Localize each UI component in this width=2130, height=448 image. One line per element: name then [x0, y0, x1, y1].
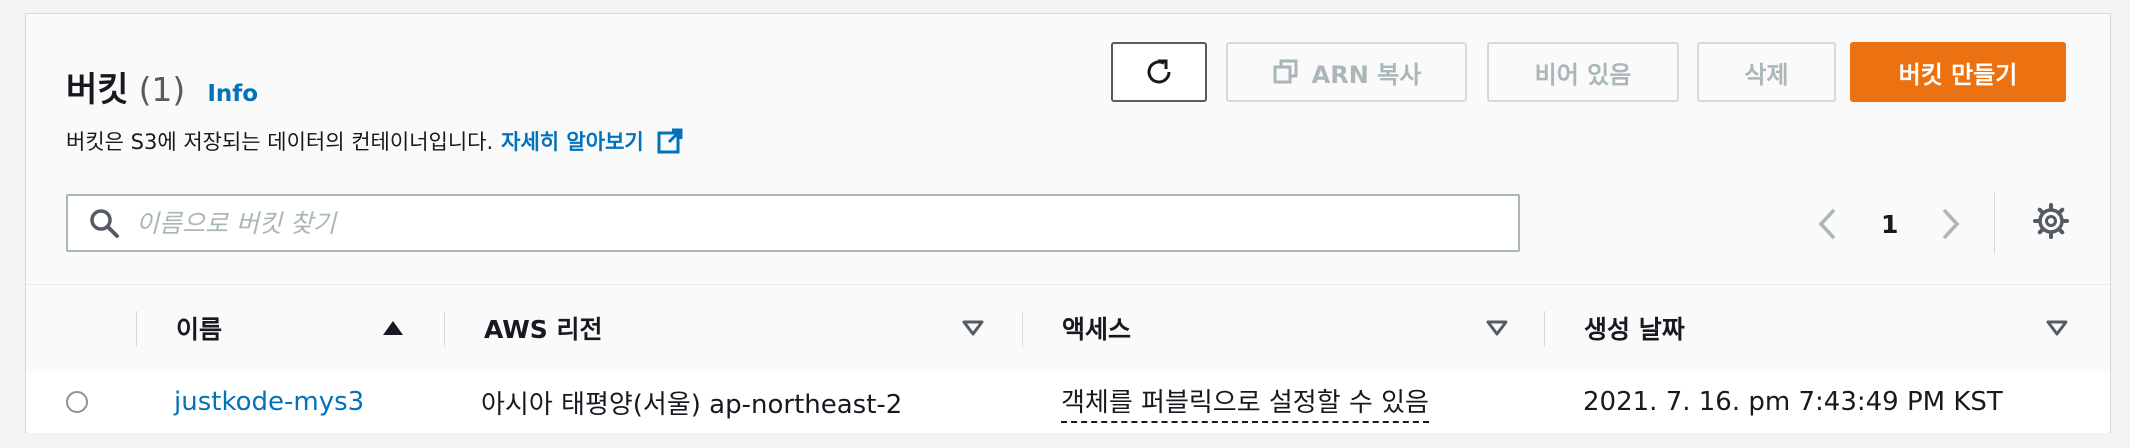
copy-arn-label: ARN 복사 — [1311, 60, 1422, 89]
column-header-name-label: 이름 — [176, 315, 223, 344]
column-separator — [1544, 311, 1545, 347]
sort-caret-down-icon[interactable] — [962, 285, 984, 371]
refresh-icon — [1147, 59, 1171, 84]
title-text: 버킷 — [66, 70, 129, 110]
table-row[interactable]: justkode-mys3 아시아 태평양(서울) ap-northeast-2… — [26, 371, 2110, 433]
copy-arn-button[interactable]: ARN 복사 — [1226, 42, 1467, 102]
bucket-name-cell: justkode-mys3 — [174, 371, 364, 433]
create-bucket-button[interactable]: 버킷 만들기 — [1850, 42, 2066, 102]
info-link[interactable]: Info — [207, 81, 258, 107]
created-date-cell: 2021. 7. 16. pm 7:43:49 PM KST — [1583, 387, 2003, 417]
column-separator — [1022, 311, 1023, 347]
empty-label: 비어 있음 — [1534, 60, 1632, 89]
pager-divider — [1994, 192, 1995, 254]
delete-button[interactable]: 삭제 — [1697, 42, 1836, 102]
copy-icon — [1273, 59, 1298, 84]
previous-page-button[interactable] — [1816, 202, 1840, 246]
column-header-region-label: AWS 리전 — [484, 315, 603, 344]
description-text: 버킷은 S3에 저장되는 데이터의 컨테이너입니다. — [66, 130, 494, 154]
chevron-right-icon — [1942, 208, 1960, 240]
bucket-name-link[interactable]: justkode-mys3 — [174, 387, 364, 417]
next-page-button[interactable] — [1938, 202, 1962, 246]
sort-caret-down-icon[interactable] — [2046, 285, 2068, 371]
delete-label: 삭제 — [1744, 60, 1789, 89]
region-cell: 아시아 태평양(서울) ap-northeast-2 — [481, 389, 903, 420]
buckets-panel: 버킷 (1) Info 버킷은 S3에 저장되는 데이터의 컨테이너입니다. 자… — [25, 13, 2111, 433]
column-header-access-label: 액세스 — [1062, 315, 1132, 344]
table-header: 이름 AWS 리전 액세스 생성 날짜 — [26, 284, 2110, 372]
bucket-count: (1) — [138, 70, 186, 109]
column-header-name[interactable]: 이름 — [176, 285, 222, 371]
access-status[interactable]: 객체를 퍼블릭으로 설정할 수 있음 — [1061, 382, 1429, 423]
description: 버킷은 S3에 저장되는 데이터의 컨테이너입니다. 자세히 알아보기 — [66, 126, 684, 156]
sort-caret-down-icon[interactable] — [1486, 285, 1508, 371]
gear-icon — [2033, 203, 2069, 239]
page-title: 버킷 (1) Info — [66, 62, 258, 111]
search-icon — [90, 209, 119, 238]
refresh-button[interactable] — [1111, 42, 1207, 102]
column-header-region[interactable]: AWS 리전 — [484, 285, 603, 371]
column-separator — [136, 311, 137, 347]
column-header-access[interactable]: 액세스 — [1062, 285, 1131, 371]
learn-more-label: 자세히 알아보기 — [501, 130, 644, 154]
panel-header: 버킷 (1) Info 버킷은 S3에 저장되는 데이터의 컨테이너입니다. 자… — [26, 14, 2110, 284]
column-header-created[interactable]: 생성 날짜 — [1584, 285, 1685, 371]
access-cell: 객체를 퍼블릭으로 설정할 수 있음 — [1061, 371, 1429, 433]
learn-more-link[interactable]: 자세히 알아보기 — [501, 126, 684, 156]
empty-button[interactable]: 비어 있음 — [1487, 42, 1679, 102]
settings-button[interactable] — [2032, 202, 2070, 244]
column-separator — [444, 311, 445, 347]
column-header-created-label: 생성 날짜 — [1584, 315, 1685, 344]
create-bucket-label: 버킷 만들기 — [1898, 60, 2018, 89]
sort-ascending-icon[interactable] — [382, 285, 404, 371]
external-link-icon — [657, 128, 683, 154]
current-page[interactable]: 1 — [1881, 202, 1898, 246]
search-input[interactable] — [134, 207, 1438, 239]
row-select-radio[interactable] — [66, 391, 88, 413]
chevron-left-icon — [1818, 208, 1836, 240]
search-field[interactable] — [66, 194, 1520, 252]
